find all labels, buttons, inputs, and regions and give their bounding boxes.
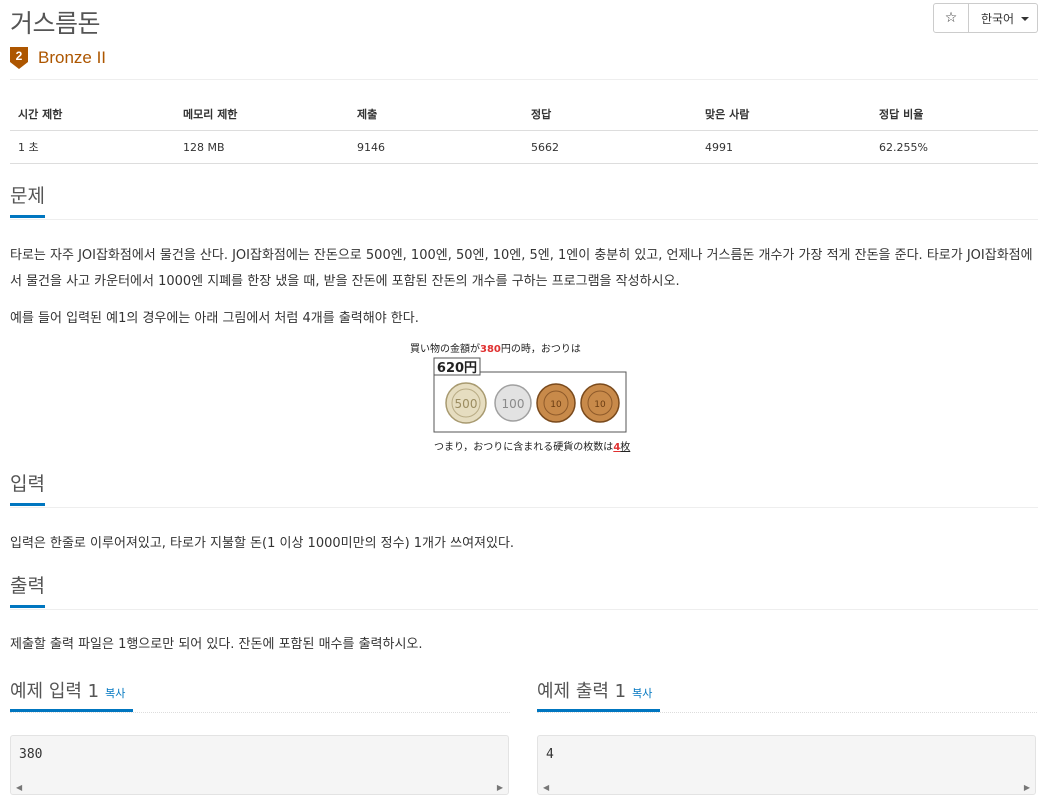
input-description: 입력은 한줄로 이루어져있고, 타로가 지불할 돈(1 이상 1000미만의 정… — [10, 536, 515, 551]
figure-bottom-count: 4 — [613, 442, 620, 453]
submissions-value[interactable]: 9146 — [349, 130, 523, 164]
svg-text:500: 500 — [455, 397, 478, 411]
svg-text:10: 10 — [550, 400, 562, 410]
header-solvers: 맞은 사람 — [697, 98, 871, 131]
svg-text:100: 100 — [502, 397, 525, 411]
problem-example-note: 예를 들어 입력된 예1의 경우에는 아래 그림에서 처럼 4개를 출력해야 한… — [10, 311, 419, 326]
coin-10-second: 10 — [580, 383, 620, 423]
header-memory-limit: 메모리 제한 — [175, 98, 349, 131]
table-header-row: 시간 제한 메모리 제한 제출 정답 맞은 사람 정답 비율 — [10, 98, 1038, 131]
sample-input-title: 예제 입력 1 — [10, 681, 100, 702]
problem-info-table: 시간 제한 메모리 제한 제출 정답 맞은 사람 정답 비율 1 초 128 M… — [10, 98, 1038, 164]
star-button[interactable]: ☆ — [933, 3, 969, 33]
scroll-left-icon[interactable]: ◀ — [16, 783, 22, 792]
sample-input-heading: 예제 입력 1 복사 — [10, 678, 134, 712]
input-heading: 입력 — [10, 472, 45, 506]
svg-text:買い物の金額が380円の時，おつりは: 買い物の金額が380円の時，おつりは — [410, 342, 581, 355]
sample-input-value: 380 — [19, 747, 43, 762]
time-limit-value: 1 초 — [10, 130, 175, 164]
copy-output-button[interactable]: 복사 — [632, 687, 652, 700]
problem-description: 타로는 자주 JOI잡화점에서 물건을 산다. JOI잡화점에는 잔돈으로 50… — [10, 248, 1033, 289]
coin-100: 100 — [494, 384, 532, 422]
tier-label[interactable]: Bronze II — [38, 48, 106, 68]
divider — [10, 79, 1038, 80]
header-accepted: 정답 — [523, 98, 697, 131]
header-submissions: 제출 — [349, 98, 523, 131]
header-time-limit: 시간 제한 — [10, 98, 175, 131]
tier-badge-icon: 2 — [10, 47, 28, 69]
tier-row: 2 Bronze II — [10, 47, 106, 69]
sample-input-box[interactable]: 380 ◀ ▶ — [10, 735, 509, 795]
coin-500: 500 — [445, 382, 487, 424]
svg-text:10: 10 — [594, 400, 606, 410]
input-section-header: 입력 — [10, 472, 1038, 508]
figure-top-amount: 380 — [480, 344, 501, 355]
horizontal-scrollbar[interactable]: ◀ ▶ — [12, 780, 507, 794]
problem-page: 거스름돈 ☆ 한국어 2 Bronze II 시간 제한 메모리 제한 제출 정… — [10, 0, 1038, 803]
figure-bottom-prefix: つまり，おつりに含まれる硬貨の枚数は — [434, 440, 613, 453]
problem-section-header: 문제 — [10, 184, 1038, 220]
solvers-value[interactable]: 4991 — [697, 130, 871, 164]
output-heading: 출력 — [10, 574, 45, 608]
horizontal-scrollbar[interactable]: ◀ ▶ — [539, 780, 1034, 794]
figure-top-suffix: 円の時，おつりは — [501, 343, 581, 355]
header-actions: ☆ 한국어 — [933, 3, 1038, 33]
figure-bottom-suffix: 枚 — [620, 440, 630, 453]
language-dropdown[interactable]: 한국어 — [969, 3, 1038, 33]
sample-output-box[interactable]: 4 ◀ ▶ — [537, 735, 1036, 795]
figure-change-label: 620円 — [437, 361, 477, 376]
caret-down-icon — [1021, 17, 1030, 21]
header-ratio: 정답 비율 — [871, 98, 1038, 131]
problem-title: 거스름돈 — [10, 9, 101, 38]
figure-top-prefix: 買い物の金額が — [410, 342, 480, 355]
copy-input-button[interactable]: 복사 — [105, 687, 125, 700]
svg-text:つまり，おつりに含まれる硬貨の枚数は4枚: つまり，おつりに含まれる硬貨の枚数は4枚 — [434, 440, 630, 453]
accepted-value[interactable]: 5662 — [523, 130, 697, 164]
sample-output-title: 예제 출력 1 — [537, 681, 627, 702]
language-label: 한국어 — [980, 11, 1015, 26]
output-section-header: 출력 — [10, 574, 1038, 610]
memory-limit-value: 128 MB — [175, 130, 349, 164]
sample-output-value: 4 — [546, 747, 554, 762]
sample-output-heading: 예제 출력 1 복사 — [537, 678, 661, 712]
scroll-right-icon[interactable]: ▶ — [497, 783, 503, 792]
coin-10-first: 10 — [536, 383, 576, 423]
star-icon: ☆ — [944, 10, 958, 26]
sample-input-1: 예제 입력 1 복사 380 ◀ ▶ — [10, 678, 510, 795]
sample-output-1: 예제 출력 1 복사 4 ◀ ▶ — [537, 678, 1037, 795]
table-row: 1 초 128 MB 9146 5662 4991 62.255% — [10, 130, 1038, 164]
sample-output-header: 예제 출력 1 복사 — [537, 678, 1037, 713]
scroll-right-icon[interactable]: ▶ — [1024, 783, 1030, 792]
change-coins-figure: 買い物の金額が380円の時，おつりは 620円 500 100 10 10 つま… — [410, 342, 630, 453]
output-description: 제출할 출력 파일은 1행으로만 되어 있다. 잔돈에 포함된 매수를 출력하시… — [10, 637, 423, 652]
tier-number: 2 — [16, 49, 23, 63]
problem-heading: 문제 — [10, 184, 45, 218]
sample-input-header: 예제 입력 1 복사 — [10, 678, 510, 713]
ratio-value: 62.255% — [871, 130, 1038, 164]
scroll-left-icon[interactable]: ◀ — [543, 783, 549, 792]
